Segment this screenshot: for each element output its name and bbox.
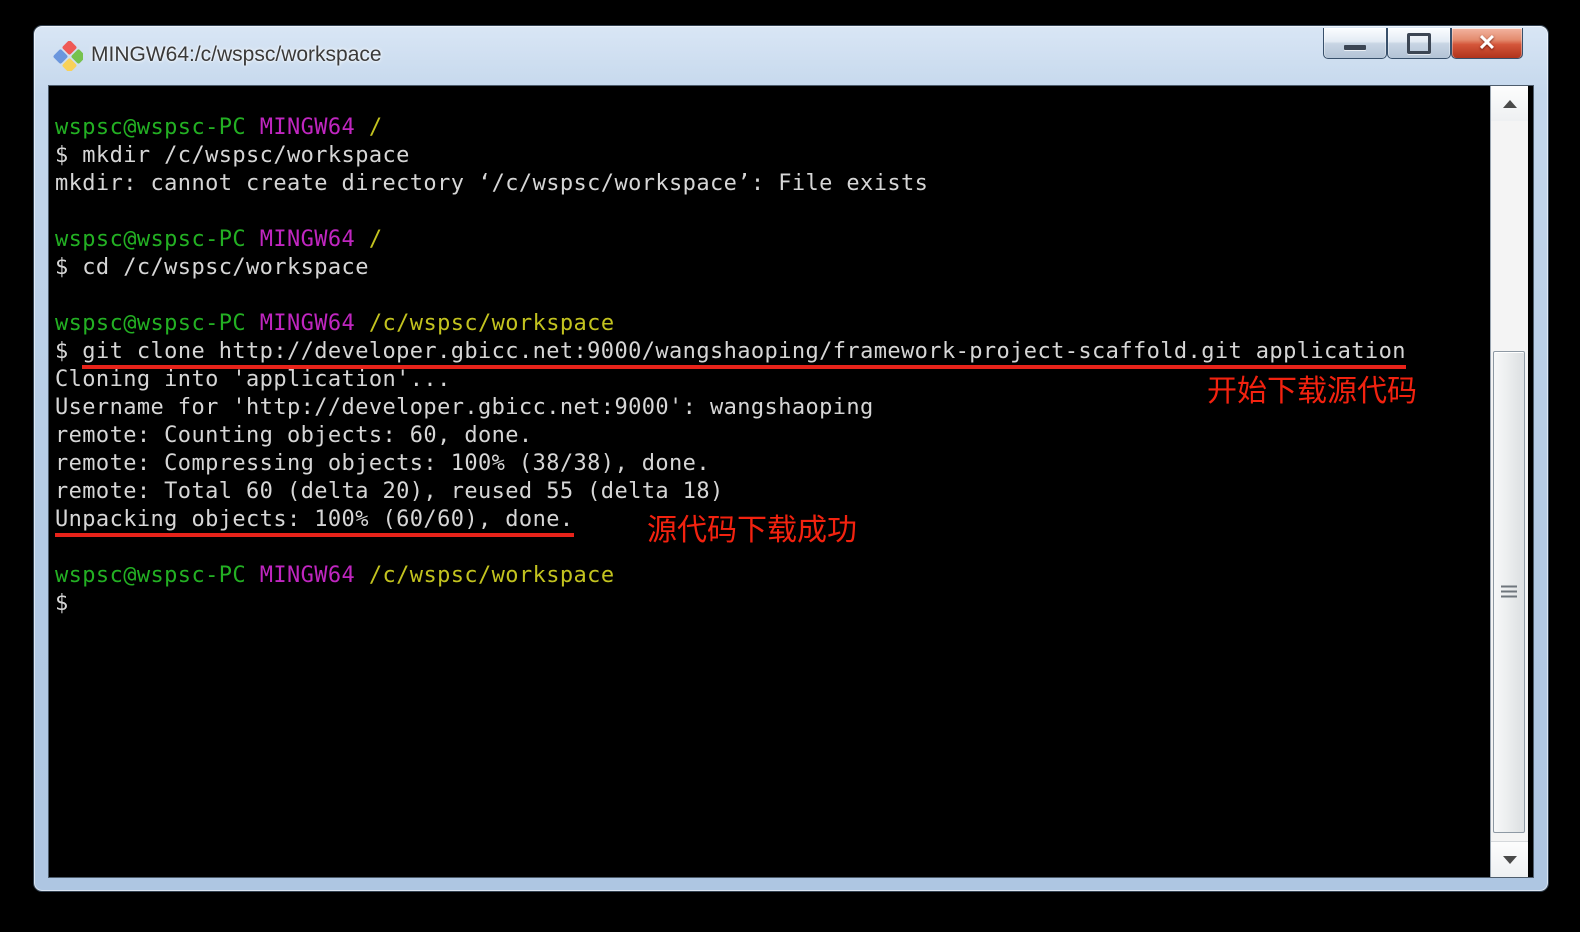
- terminal-text: remote: Compressing objects: 100% (38/38…: [55, 451, 710, 476]
- terminal-text: $ mkdir /c/wspsc/workspace: [55, 143, 410, 168]
- terminal-output[interactable]: wspsc@wspsc-PC MINGW64 /$ mkdir /c/wspsc…: [49, 86, 1492, 877]
- terminal-text: MINGW64: [260, 563, 369, 588]
- vertical-scrollbar[interactable]: [1490, 86, 1528, 877]
- scroll-down-button[interactable]: [1491, 841, 1528, 877]
- terminal-line: wspsc@wspsc-PC MINGW64 /c/wspsc/workspac…: [55, 310, 1492, 338]
- terminal-line: $ mkdir /c/wspsc/workspace: [55, 142, 1492, 170]
- terminal-line: [55, 282, 1492, 310]
- terminal-text: wspsc@wspsc-PC: [55, 311, 260, 336]
- terminal-line: remote: Total 60 (delta 20), reused 55 (…: [55, 478, 1492, 506]
- maximize-icon: [1407, 33, 1431, 54]
- terminal-line: [55, 198, 1492, 226]
- terminal-text: mkdir: cannot create directory ‘/c/wspsc…: [55, 171, 928, 196]
- terminal-text: /: [369, 115, 383, 140]
- terminal-text: /c/wspsc/workspace: [369, 563, 615, 588]
- terminal-text: MINGW64: [260, 115, 369, 140]
- window-titlebar[interactable]: MINGW64:/c/wspsc/workspace ✕: [34, 26, 1548, 85]
- scrollbar-track[interactable]: [1491, 121, 1528, 842]
- terminal-text: wspsc@wspsc-PC: [55, 115, 260, 140]
- terminal-line: $: [55, 590, 1492, 618]
- minimize-button[interactable]: [1323, 28, 1387, 59]
- terminal-line: mkdir: cannot create directory ‘/c/wspsc…: [55, 170, 1492, 198]
- arrow-down-icon: [1503, 856, 1517, 864]
- terminal-line: $ cd /c/wspsc/workspace: [55, 254, 1492, 282]
- scroll-up-button[interactable]: [1491, 86, 1528, 122]
- terminal-text: /c/wspsc/workspace: [369, 311, 615, 336]
- terminal-text: $ cd /c/wspsc/workspace: [55, 255, 369, 280]
- close-icon: ✕: [1478, 32, 1496, 54]
- scrollbar-thumb[interactable]: [1493, 351, 1525, 833]
- terminal-text: wspsc@wspsc-PC: [55, 563, 260, 588]
- terminal-text: remote: Counting objects: 60, done.: [55, 423, 533, 448]
- terminal-text: Cloning into 'application'...: [55, 367, 451, 392]
- mintty-terminal-window: MINGW64:/c/wspsc/workspace ✕ wspsc@wspsc…: [33, 25, 1549, 892]
- terminal-line: remote: Counting objects: 60, done.: [55, 422, 1492, 450]
- arrow-up-icon: [1503, 100, 1517, 108]
- terminal-text: $: [55, 339, 82, 364]
- terminal-text: Username for 'http://developer.gbicc.net…: [55, 395, 874, 420]
- terminal-line: remote: Compressing objects: 100% (38/38…: [55, 450, 1492, 478]
- terminal-text: MINGW64: [260, 311, 369, 336]
- annotation-start-download: 开始下载源代码: [1207, 375, 1417, 408]
- terminal-text-underlined: git clone http://developer.gbicc.net:900…: [82, 339, 1406, 369]
- terminal-text: remote: Total 60 (delta 20), reused 55 (…: [55, 479, 724, 504]
- terminal-line: $ git clone http://developer.gbicc.net:9…: [55, 338, 1492, 366]
- scrollbar-grip-icon: [1501, 586, 1517, 599]
- minimize-icon: [1344, 45, 1366, 50]
- terminal-text-underlined: Unpacking objects: 100% (60/60), done.: [55, 507, 574, 537]
- terminal-text: /: [369, 227, 383, 252]
- annotation-download-success: 源代码下载成功: [647, 514, 857, 547]
- terminal-line: wspsc@wspsc-PC MINGW64 /: [55, 226, 1492, 254]
- terminal-line: wspsc@wspsc-PC MINGW64 /c/wspsc/workspac…: [55, 562, 1492, 590]
- window-title: MINGW64:/c/wspsc/workspace: [91, 43, 382, 67]
- terminal-text: $: [55, 591, 69, 616]
- desktop-backdrop: MINGW64:/c/wspsc/workspace ✕ wspsc@wspsc…: [0, 0, 1580, 932]
- terminal-text: wspsc@wspsc-PC: [55, 227, 260, 252]
- msys-diamond-icon[interactable]: [53, 41, 83, 71]
- terminal-text: MINGW64: [260, 227, 369, 252]
- terminal-line: wspsc@wspsc-PC MINGW64 /: [55, 114, 1492, 142]
- close-button[interactable]: ✕: [1451, 28, 1523, 59]
- maximize-button[interactable]: [1387, 28, 1451, 59]
- terminal-content-area: wspsc@wspsc-PC MINGW64 /$ mkdir /c/wspsc…: [48, 85, 1534, 878]
